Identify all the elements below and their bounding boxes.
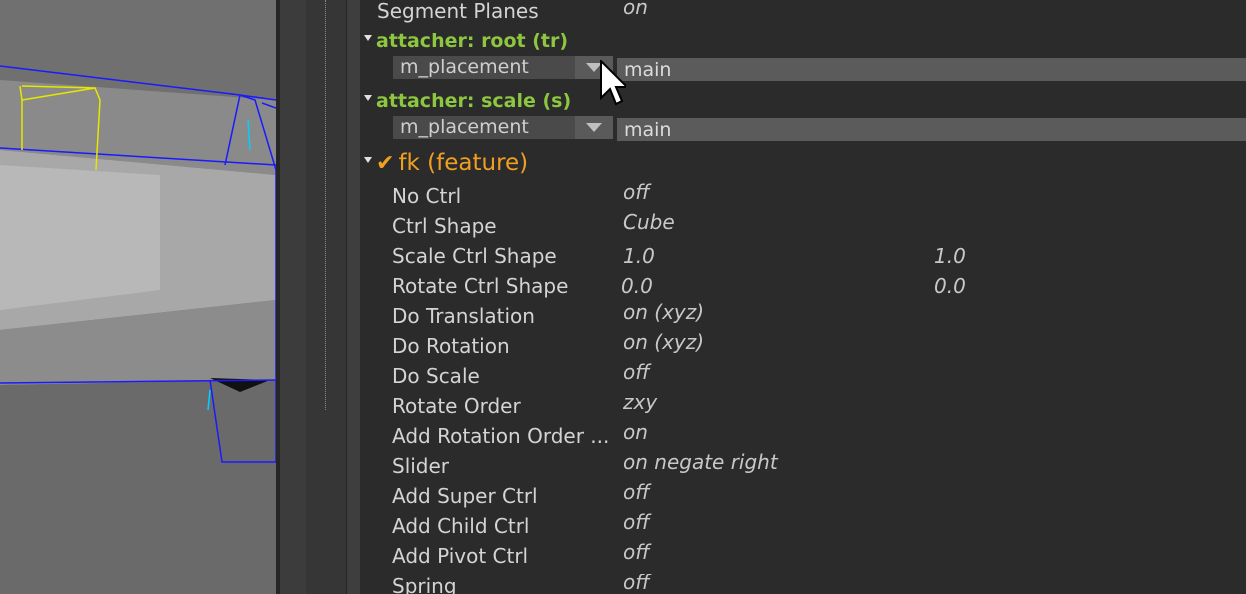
fk-row-value[interactable]: off: [623, 510, 650, 534]
fk-row[interactable]: Add Super Ctrl off: [360, 480, 1246, 514]
fk-row-label: Spring: [392, 574, 457, 594]
fk-row-value-2[interactable]: 0.0: [934, 274, 966, 298]
fk-row-value[interactable]: off: [623, 480, 650, 504]
collapse-triangle-icon[interactable]: [364, 34, 372, 41]
fk-row-label: Ctrl Shape: [392, 214, 497, 238]
attacher-scale-field[interactable]: main: [617, 118, 1246, 141]
fk-row[interactable]: Do Translation on (xyz): [360, 300, 1246, 334]
attacher-root-field[interactable]: main: [617, 58, 1246, 81]
attacher-scale-header[interactable]: attacher: scale (s): [364, 90, 571, 112]
fk-row-label: Slider: [392, 454, 450, 478]
collapse-triangle-icon[interactable]: [364, 156, 372, 163]
dropdown-arrow-icon[interactable]: [575, 116, 613, 139]
fk-row[interactable]: No Ctrl off: [360, 180, 1246, 214]
fk-row[interactable]: Spring off: [360, 574, 1246, 594]
fk-row-label: Scale Ctrl Shape: [392, 244, 557, 268]
fk-row-label: Add Super Ctrl: [392, 484, 538, 508]
fk-row[interactable]: Scale Ctrl Shape 1.0 1.0: [360, 244, 1246, 274]
fk-row-value[interactable]: off: [623, 360, 650, 384]
attribute-panel: Segment Planes on attacher: root (tr) m_…: [360, 0, 1246, 594]
fk-row-label: Rotate Order: [392, 394, 521, 418]
fk-row[interactable]: Do Rotation on (xyz): [360, 330, 1246, 364]
fk-row-value[interactable]: off: [623, 540, 650, 564]
attacher-scale-field-value: main: [624, 119, 672, 141]
segment-planes-row[interactable]: Segment Planes on: [360, 0, 1246, 30]
fk-row-label: Add Child Ctrl: [392, 514, 530, 538]
fk-row-label: Add Rotation Order ...: [392, 424, 610, 448]
fk-row-label: No Ctrl: [392, 184, 462, 208]
fk-row-value[interactable]: off: [623, 574, 650, 594]
fk-row[interactable]: Slider on negate right: [360, 450, 1246, 484]
segment-planes-value[interactable]: on: [623, 0, 648, 19]
attacher-root-header[interactable]: attacher: root (tr): [364, 30, 568, 52]
fk-row-label: Do Rotation: [392, 334, 510, 358]
fk-feature-title: fk (feature): [398, 150, 529, 176]
fk-row[interactable]: Do Scale off: [360, 360, 1246, 394]
fk-row-value[interactable]: 1.0: [623, 244, 655, 268]
segment-planes-label: Segment Planes: [377, 0, 539, 23]
attacher-root-select[interactable]: m_placement: [393, 56, 613, 79]
mouse-cursor-icon: [600, 58, 630, 114]
fk-row-value[interactable]: on (xyz): [623, 330, 704, 354]
fk-row[interactable]: Rotate Order zxy: [360, 390, 1246, 424]
checkmark-icon[interactable]: ✔: [376, 151, 394, 176]
fk-row[interactable]: Add Child Ctrl off: [360, 510, 1246, 544]
fk-row-value[interactable]: Cube: [623, 210, 675, 234]
fk-row[interactable]: Add Pivot Ctrl off: [360, 540, 1246, 574]
fk-row-value[interactable]: on: [623, 420, 648, 444]
attacher-scale-select-value: m_placement: [400, 116, 529, 138]
fk-row-label: Do Scale: [392, 364, 480, 388]
attacher-root-field-value: main: [624, 59, 672, 81]
fk-row[interactable]: Add Rotation Order ... on: [360, 420, 1246, 454]
fk-row[interactable]: Ctrl Shape Cube: [360, 210, 1246, 244]
panel-splitter[interactable]: [276, 0, 361, 594]
attacher-root-title: attacher: root (tr): [376, 30, 569, 52]
fk-row-value[interactable]: on (xyz): [623, 300, 704, 324]
splitter-bar: [280, 0, 306, 594]
fk-row-label: Do Translation: [392, 304, 535, 328]
collapse-triangle-icon[interactable]: [364, 94, 372, 101]
attacher-scale-title: attacher: scale (s): [376, 90, 572, 112]
attacher-root-select-value: m_placement: [400, 56, 529, 78]
splitter-edge: [346, 0, 361, 594]
fk-row[interactable]: Rotate Ctrl Shape 0.0 0.0: [360, 274, 1246, 304]
fk-feature-header[interactable]: ✔ fk (feature): [364, 150, 528, 176]
splitter-grip[interactable]: [325, 0, 326, 410]
fk-row-value[interactable]: off: [623, 180, 650, 204]
fk-row-value[interactable]: zxy: [623, 390, 657, 414]
fk-row-value-2[interactable]: 1.0: [934, 244, 966, 268]
3d-viewport[interactable]: [0, 0, 276, 594]
attacher-scale-select[interactable]: m_placement: [393, 116, 613, 139]
fk-row-value[interactable]: on negate right: [623, 450, 778, 474]
fk-row-value[interactable]: 0.0: [621, 274, 653, 298]
fk-row-label: Rotate Ctrl Shape: [392, 274, 569, 298]
fk-row-label: Add Pivot Ctrl: [392, 544, 529, 568]
